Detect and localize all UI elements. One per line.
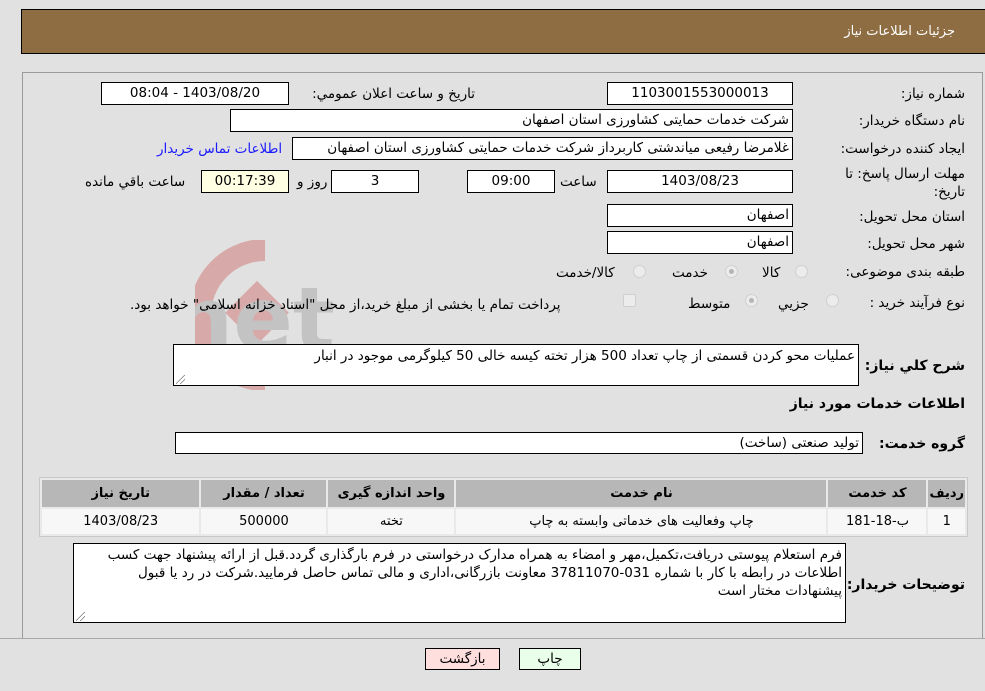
cell-row-number: 1 — [928, 509, 965, 534]
process-radio-minor[interactable] — [826, 294, 839, 307]
services-table: ردیف کد خدمت نام خدمت واحد اندازه گیری ت… — [39, 477, 968, 537]
category-option-goods: کالا — [762, 265, 781, 281]
page-header: جزئیات اطلاعات نیاز — [21, 9, 985, 54]
summary-label: شرح کلي نیاز: — [864, 358, 965, 374]
deadline-date-field: 1403/08/23 — [607, 170, 793, 193]
col-header-need-date: تاریخ نیاز — [42, 480, 200, 507]
process-radio-medium[interactable] — [745, 294, 758, 307]
service-group-field: تولید صنعتی (ساخت) — [175, 432, 863, 454]
back-button[interactable]: بازگشت — [425, 648, 500, 670]
remaining-time-label: ساعت باقي مانده — [85, 174, 186, 190]
col-header-quantity: تعداد / مقدار — [201, 480, 327, 507]
cell-need-date: 1403/08/23 — [42, 509, 200, 534]
announce-date-field: 1403/08/20 - 08:04 — [101, 82, 289, 105]
deadline-label: مهلت ارسال پاسخ: تا تاریخ: — [845, 166, 965, 200]
cell-service-name: چاپ وفعالیت های خدماتی وابسته به چاپ — [456, 509, 827, 534]
col-header-unit: واحد اندازه گیری — [328, 480, 455, 507]
announce-date-label: تاریخ و ساعت اعلان عمومي: — [312, 86, 475, 102]
days-remaining-field: 3 — [331, 170, 419, 193]
treasury-checkbox-label: پرداخت تمام یا بخشی از مبلغ خرید،از محل … — [130, 297, 561, 313]
cell-service-code: ب-18-181 — [828, 509, 927, 534]
col-header-service-name: نام خدمت — [456, 480, 827, 507]
summary-textarea[interactable]: عملیات محو کردن قسمتی از چاپ تعداد 500 ه… — [173, 344, 859, 386]
city-label: شهر محل تحویل: — [867, 236, 965, 252]
creator-label: ایجاد کننده درخواست: — [840, 141, 965, 157]
deadline-time-field: 09:00 — [467, 170, 555, 193]
buyer-org-label: نام دستگاه خریدار: — [858, 113, 965, 129]
process-option-minor: جزیي — [778, 296, 809, 312]
process-type-label: نوع فرآیند خرید : — [869, 295, 965, 311]
category-radio-service[interactable] — [725, 265, 738, 278]
buyer-notes-label: توضیحات خریدار: — [846, 577, 965, 593]
category-label: طبقه بندی موضوعی: — [845, 264, 965, 280]
service-group-label: گروه خدمت: — [879, 436, 965, 452]
need-number-field: 1103001553000013 — [607, 82, 793, 105]
table-header-row: ردیف کد خدمت نام خدمت واحد اندازه گیری ت… — [42, 480, 965, 507]
category-option-goods-service: کالا/خدمت — [556, 265, 615, 281]
buyer-notes-textarea[interactable]: فرم استعلام پیوستی دریافت،تکمیل،مهر و ام… — [73, 543, 846, 623]
divider — [0, 638, 985, 639]
table-row: 1 ب-18-181 چاپ وفعالیت های خدماتی وابسته… — [42, 509, 965, 534]
remaining-time-field: 00:17:39 — [201, 170, 289, 193]
col-header-service-code: کد خدمت — [828, 480, 927, 507]
resize-grip-icon[interactable] — [76, 612, 85, 621]
category-option-service: خدمت — [672, 265, 708, 281]
buyer-org-field: شرکت خدمات حمایتی کشاورزی استان اصفهان — [230, 109, 793, 132]
resize-grip-icon[interactable] — [176, 375, 185, 384]
print-button[interactable]: چاپ — [519, 648, 581, 670]
creator-field: غلامرضا رفیعی میاندشتی کاربرداز شرکت خدم… — [292, 137, 793, 160]
buyer-notes-text: فرم استعلام پیوستی دریافت،تکمیل،مهر و ام… — [107, 547, 842, 599]
province-label: استان محل تحویل: — [859, 209, 965, 225]
need-number-label: شماره نیاز: — [900, 86, 965, 102]
city-field: اصفهان — [607, 231, 793, 254]
treasury-checkbox[interactable] — [623, 294, 636, 307]
process-option-medium: متوسط — [688, 296, 731, 312]
page-title: جزئیات اطلاعات نیاز — [844, 24, 955, 39]
col-header-row-number: ردیف — [928, 480, 965, 507]
category-radio-goods[interactable] — [795, 265, 808, 278]
days-label: روز و — [297, 174, 328, 190]
deadline-time-label: ساعت — [560, 174, 597, 190]
province-field: اصفهان — [607, 204, 793, 227]
services-section-title: اطلاعات خدمات مورد نیاز — [789, 396, 965, 412]
cell-quantity: 500000 — [201, 509, 327, 534]
summary-text: عملیات محو کردن قسمتی از چاپ تعداد 500 ه… — [314, 348, 855, 364]
category-radio-goods-service[interactable] — [633, 265, 646, 278]
cell-unit: تخته — [328, 509, 455, 534]
buyer-contact-link[interactable]: اطلاعات تماس خریدار — [157, 141, 282, 157]
